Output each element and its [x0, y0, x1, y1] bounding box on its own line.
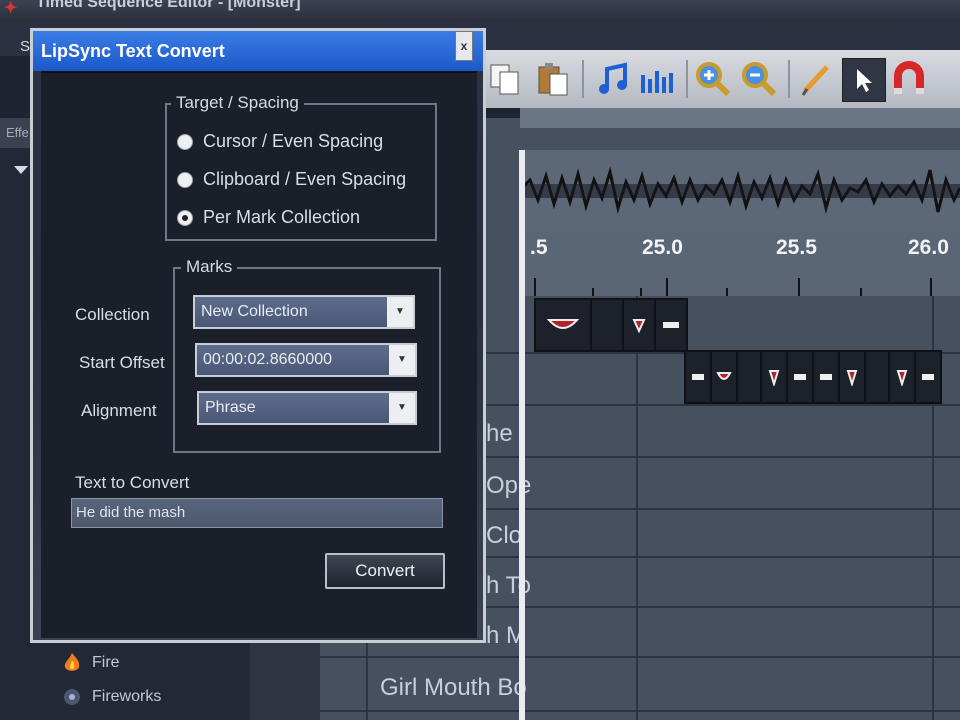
radio-label: Clipboard / Even Spacing [203, 169, 407, 189]
magnet-icon[interactable] [888, 58, 930, 100]
ruler-label: .5 [530, 236, 548, 259]
chevron-down-icon[interactable]: ▼ [387, 297, 413, 327]
dialog-title-bar[interactable]: LipSync Text Convert x [33, 31, 483, 71]
collection-value: New Collection [201, 303, 308, 320]
mouth-mark[interactable] [888, 350, 916, 404]
playback-cursor[interactable] [519, 150, 525, 720]
header-strip [520, 108, 960, 128]
alignment-dropdown[interactable]: Phrase ▼ [197, 391, 417, 425]
mouth-mark[interactable] [864, 350, 890, 404]
ruler-tick [640, 288, 642, 296]
mouth-mark[interactable] [914, 350, 942, 404]
audio-waveform[interactable] [520, 150, 960, 240]
radio-button[interactable] [177, 171, 193, 188]
chevron-down-icon[interactable]: ▼ [389, 393, 415, 423]
grid-column-divider [636, 296, 638, 720]
zoom-in-icon[interactable] [692, 58, 734, 100]
mouth-mark[interactable] [736, 350, 762, 404]
mouth-mark[interactable] [838, 350, 866, 404]
row-label: he [486, 420, 513, 447]
effect-item-fire[interactable]: Fire [60, 652, 120, 674]
app-title: Timed Sequence Editor - [Monster] [36, 0, 301, 11]
ruler-label: 26.0 [908, 236, 949, 259]
toolbar-separator [686, 60, 688, 98]
music-note-icon[interactable] [592, 58, 634, 100]
mouth-mark[interactable] [812, 350, 840, 404]
ruler-tick [930, 278, 932, 296]
menu-item-fragment[interactable]: S [20, 38, 30, 55]
grid-row-divider [320, 710, 960, 712]
text-to-convert-input[interactable]: He did the mash [71, 498, 443, 528]
mouth-mark[interactable] [710, 350, 738, 404]
ruler-label: 25.0 [642, 236, 683, 259]
radio-button[interactable] [177, 209, 193, 226]
copy-icon[interactable] [484, 58, 526, 100]
group-legend: Target / Spacing [171, 93, 304, 113]
row-label: Clo [486, 522, 523, 549]
collection-dropdown[interactable]: New Collection ▼ [193, 295, 415, 329]
mouth-mark[interactable] [786, 350, 814, 404]
convert-button[interactable]: Convert [325, 553, 445, 589]
close-icon: x [460, 39, 468, 53]
mouth-mark[interactable] [760, 350, 788, 404]
toolbar-separator [582, 60, 584, 98]
ruler-tick [798, 278, 800, 296]
mouth-mark[interactable] [590, 298, 624, 352]
paste-icon[interactable] [532, 58, 574, 100]
equalizer-icon[interactable] [636, 58, 678, 100]
close-button[interactable]: x [455, 31, 473, 61]
mouth-mark[interactable] [654, 298, 688, 352]
effect-item-label: Fireworks [92, 688, 162, 705]
radio-clipboard-even-spacing[interactable]: Clipboard / Even Spacing [177, 169, 406, 190]
start-offset-dropdown[interactable]: 00:00:02.8660000 ▼ [195, 343, 417, 377]
pointer-icon[interactable] [842, 58, 886, 102]
lipsync-dialog: LipSync Text Convert x Target / Spacing … [30, 28, 486, 643]
mouth-mark[interactable] [684, 350, 712, 404]
alignment-label: Alignment [81, 401, 157, 420]
grid-row-divider [320, 656, 960, 658]
collapse-arrow-icon[interactable] [14, 166, 28, 174]
radio-cursor-even-spacing[interactable]: Cursor / Even Spacing [177, 131, 383, 152]
app-logo-icon: ✦ [4, 0, 18, 17]
row-label: Girl Mouth Bo [380, 674, 527, 701]
fireworks-icon [60, 686, 84, 708]
fire-icon [60, 652, 84, 674]
target-spacing-group: Target / Spacing Cursor / Even Spacing C… [165, 93, 437, 241]
chevron-down-icon[interactable]: ▼ [389, 345, 415, 375]
dialog-body: Target / Spacing Cursor / Even Spacing C… [41, 71, 477, 638]
radio-label: Per Mark Collection [203, 207, 361, 227]
radio-button[interactable] [177, 133, 193, 150]
effect-item-fireworks[interactable]: Fireworks [60, 686, 161, 708]
ruler-tick [726, 288, 728, 296]
ruler-tick [860, 288, 862, 296]
group-legend: Marks [181, 257, 238, 277]
toolbar [470, 50, 960, 108]
toolbar-separator [788, 60, 790, 98]
alignment-value: Phrase [205, 399, 256, 416]
mouth-mark[interactable] [534, 298, 592, 352]
mouth-mark[interactable] [622, 298, 656, 352]
radio-label: Cursor / Even Spacing [203, 131, 384, 151]
app-title-bar: ✦ Timed Sequence Editor - [Monster] [0, 0, 960, 22]
text-to-convert-label: Text to Convert [75, 473, 190, 492]
zoom-out-icon[interactable] [738, 58, 780, 100]
time-ruler[interactable]: .5 25.0 25.5 26.0 [520, 232, 960, 296]
effect-item-label: Fire [92, 654, 120, 671]
pencil-icon[interactable] [796, 58, 838, 100]
radio-per-mark-collection[interactable]: Per Mark Collection [177, 207, 360, 228]
ruler-tick [592, 288, 594, 296]
collection-label: Collection [75, 305, 150, 324]
ruler-tick [666, 278, 668, 296]
dialog-title: LipSync Text Convert [41, 41, 225, 61]
ruler-tick [534, 278, 536, 296]
start-offset-label: Start Offset [79, 353, 165, 372]
ruler-label: 25.5 [776, 236, 817, 259]
start-offset-value: 00:00:02.8660000 [203, 351, 333, 368]
